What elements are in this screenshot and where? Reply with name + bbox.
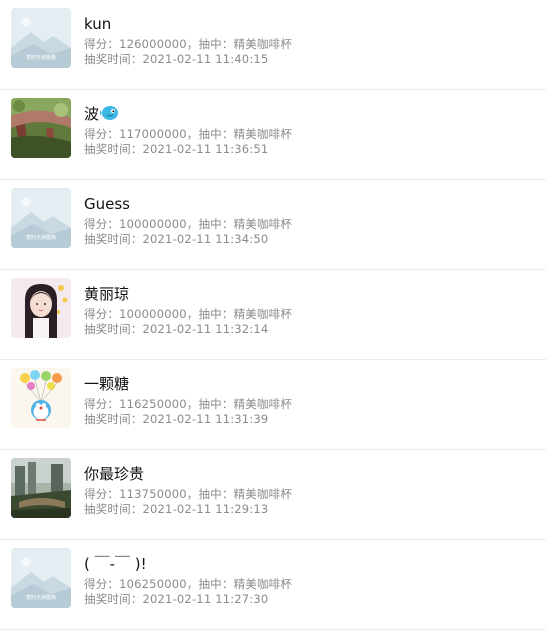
- list-item: 暂时无该图像 ( ￣-￣ )! 得分：106250000，抽中：精美咖啡杯 抽奖…: [0, 540, 546, 630]
- prize-value: 精美咖啡杯: [233, 397, 293, 411]
- score-prize-line: 得分：100000000，抽中：精美咖啡杯: [84, 307, 293, 321]
- score-prize-line: 得分：113750000，抽中：精美咖啡杯: [84, 487, 293, 501]
- prize-value: 精美咖啡杯: [233, 127, 293, 141]
- draw-time-value: 2021-02-11 11:32:14: [142, 322, 269, 336]
- svg-text:暂时无该图像: 暂时无该图像: [26, 54, 56, 61]
- list-item: 黄丽琼 得分：100000000，抽中：精美咖啡杯 抽奖时间：2021-02-1…: [0, 270, 546, 360]
- draw-time-line: 抽奖时间：2021-02-11 11:27:30: [84, 592, 269, 606]
- girl-photo-avatar: [11, 278, 71, 338]
- placeholder-avatar-icon: 暂时无该图像: [11, 548, 71, 608]
- score-value: 100000000: [119, 217, 187, 231]
- placeholder-avatar-icon: 暂时无该图像: [11, 188, 71, 248]
- svg-text:暂时无该图像: 暂时无该图像: [26, 234, 56, 241]
- prize-value: 精美咖啡杯: [233, 37, 293, 51]
- draw-time-value: 2021-02-11 11:29:13: [142, 502, 269, 516]
- score-value: 106250000: [119, 577, 187, 591]
- draw-time-line: 抽奖时间：2021-02-11 11:29:13: [84, 502, 269, 516]
- score-prize-line: 得分：116250000，抽中：精美咖啡杯: [84, 397, 293, 411]
- doraemon-balloons-avatar: [11, 368, 71, 428]
- user-name: 一颗糖: [84, 375, 130, 393]
- user-name: 黄丽琼: [84, 285, 130, 303]
- score-prize-line: 得分：106250000，抽中：精美咖啡杯: [84, 577, 293, 591]
- blue-fish-emoji-icon: [99, 104, 120, 127]
- score-value: 116250000: [119, 397, 187, 411]
- list-item: 波 得分：117000000，抽中：精美咖啡杯 抽奖时间：2021-02-11 …: [0, 90, 546, 180]
- draw-time-value: 2021-02-11 11:31:39: [142, 412, 269, 426]
- prize-value: 精美咖啡杯: [233, 217, 293, 231]
- draw-time-line: 抽奖时间：2021-02-11 11:36:51: [84, 142, 269, 156]
- draw-time-value: 2021-02-11 11:34:50: [142, 232, 269, 246]
- score-prize-line: 得分：117000000，抽中：精美咖啡杯: [84, 127, 293, 141]
- prize-value: 精美咖啡杯: [233, 487, 293, 501]
- draw-time-line: 抽奖时间：2021-02-11 11:40:15: [84, 52, 269, 66]
- score-prize-line: 得分：100000000，抽中：精美咖啡杯: [84, 217, 293, 231]
- svg-text:暂时无该图像: 暂时无该图像: [26, 594, 56, 601]
- draw-records-list: 暂时无该图像 kun 得分：126000000，抽中：精美咖啡杯 抽奖时间：20…: [0, 0, 546, 630]
- user-name: 波: [84, 104, 120, 127]
- list-item: 一颗糖 得分：116250000，抽中：精美咖啡杯 抽奖时间：2021-02-1…: [0, 360, 546, 450]
- draw-time-value: 2021-02-11 11:36:51: [142, 142, 269, 156]
- draw-time-line: 抽奖时间：2021-02-11 11:34:50: [84, 232, 269, 246]
- draw-time-value: 2021-02-11 11:27:30: [142, 592, 269, 606]
- prize-value: 精美咖啡杯: [233, 577, 293, 591]
- score-value: 117000000: [119, 127, 187, 141]
- score-value: 113750000: [119, 487, 187, 501]
- draw-time-line: 抽奖时间：2021-02-11 11:32:14: [84, 322, 269, 336]
- prize-value: 精美咖啡杯: [233, 307, 293, 321]
- user-name: 你最珍贵: [84, 465, 145, 483]
- bridge-photo-avatar: [11, 98, 71, 158]
- score-prize-line: 得分：126000000，抽中：精美咖啡杯: [84, 37, 293, 51]
- score-value: 100000000: [119, 307, 187, 321]
- draw-time-line: 抽奖时间：2021-02-11 11:31:39: [84, 412, 269, 426]
- list-item: 暂时无该图像 kun 得分：126000000，抽中：精美咖啡杯 抽奖时间：20…: [0, 0, 546, 90]
- draw-time-value: 2021-02-11 11:40:15: [142, 52, 269, 66]
- user-name: ( ￣-￣ )!: [84, 555, 147, 573]
- placeholder-avatar-icon: 暂时无该图像: [11, 8, 71, 68]
- list-item: 暂时无该图像 Guess 得分：100000000，抽中：精美咖啡杯 抽奖时间：…: [0, 180, 546, 270]
- list-item: 你最珍贵 得分：113750000，抽中：精美咖啡杯 抽奖时间：2021-02-…: [0, 450, 546, 540]
- score-value: 126000000: [119, 37, 187, 51]
- user-name: kun: [84, 15, 112, 33]
- city-photo-avatar: [11, 458, 71, 518]
- user-name: Guess: [84, 195, 130, 213]
